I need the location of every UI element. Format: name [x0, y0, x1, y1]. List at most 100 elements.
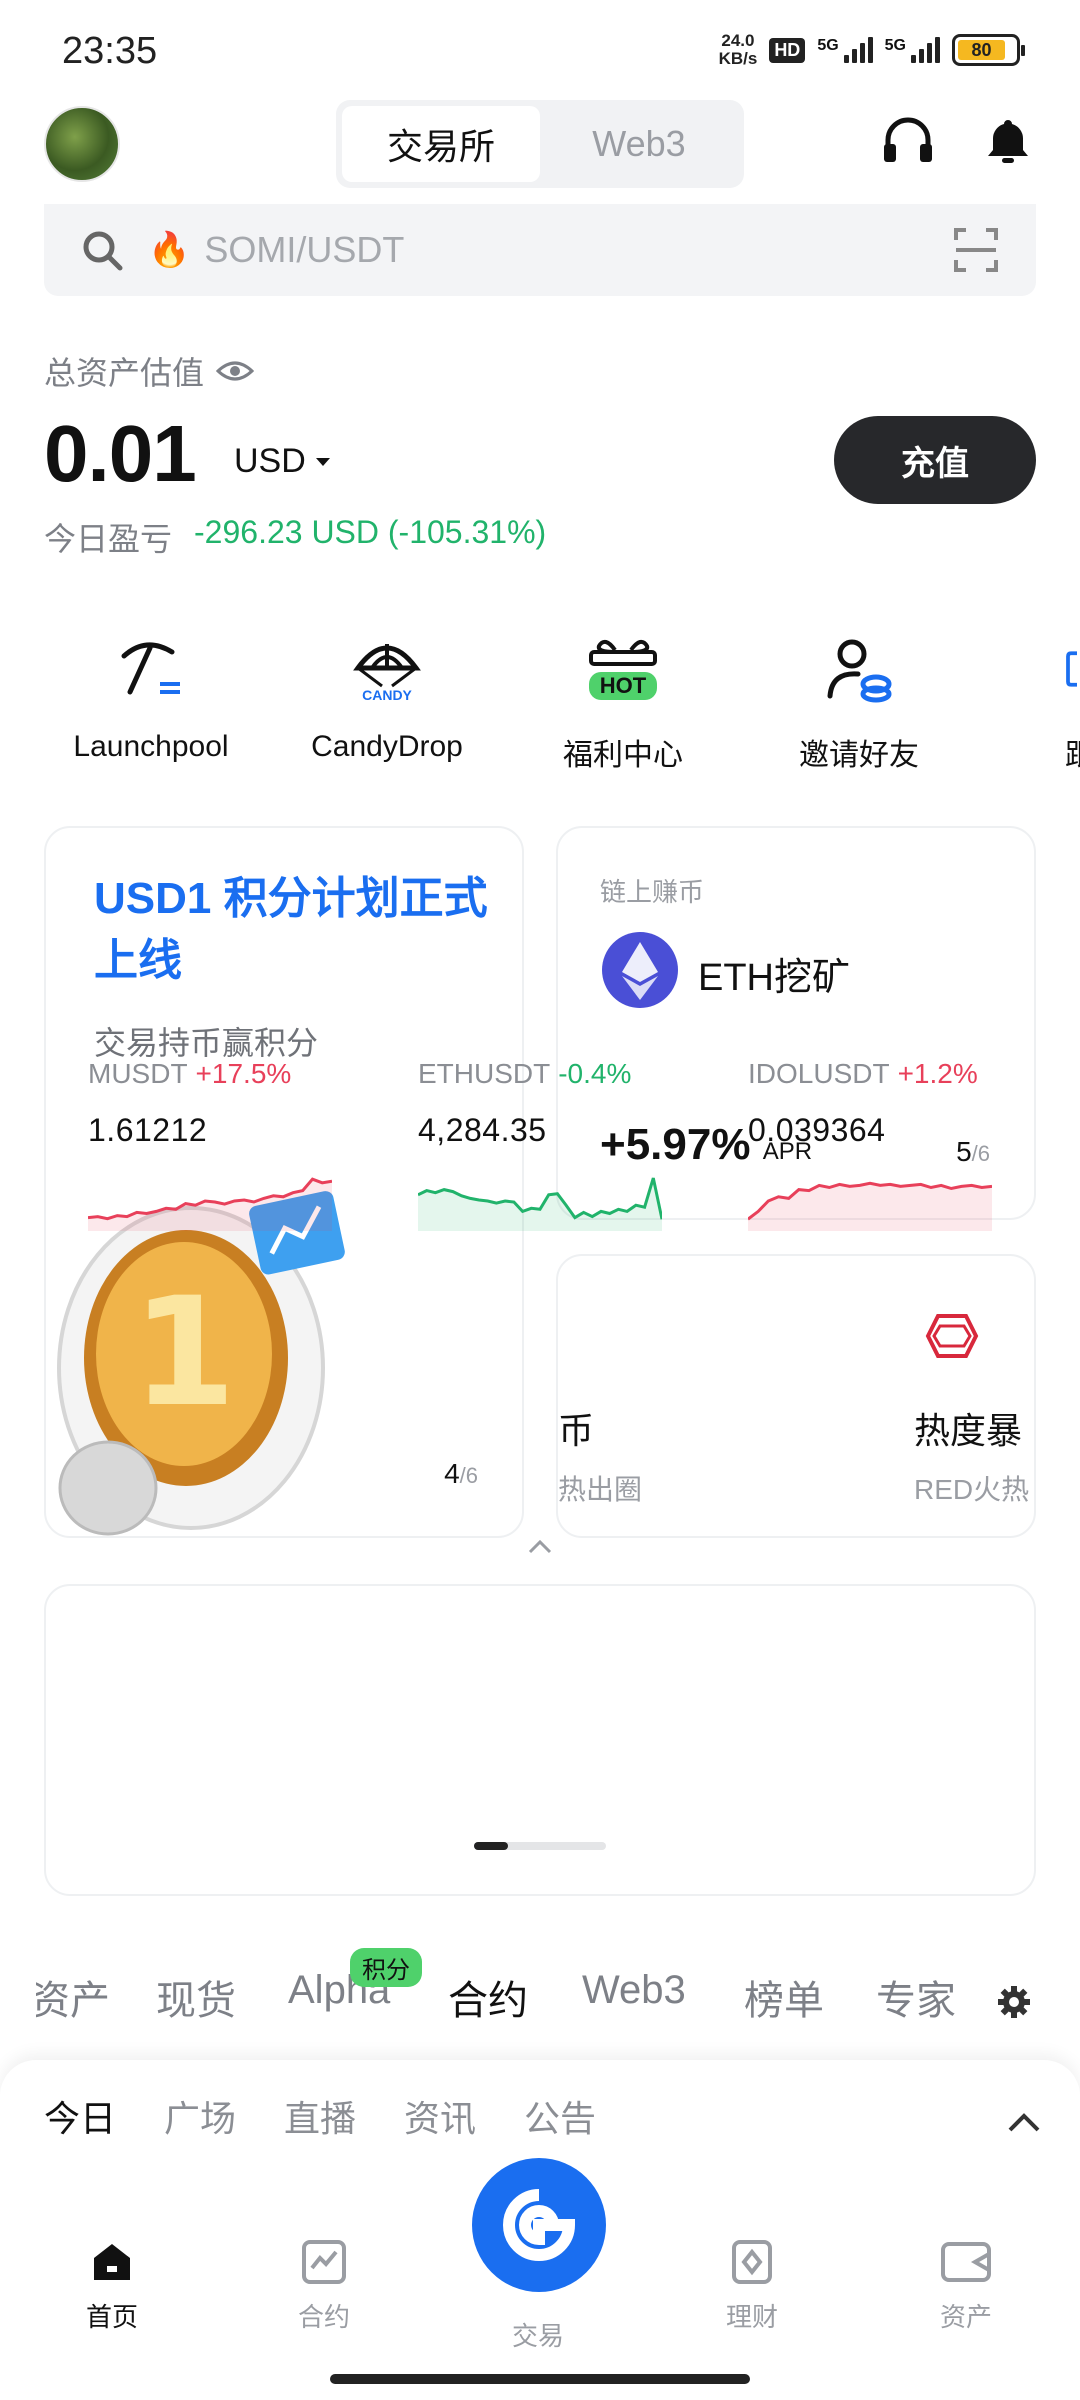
shortcut-copy-trade[interactable]: 跟 — [995, 626, 1080, 774]
ticker-price: 1.61212 — [88, 1112, 208, 1148]
carousel-left-title: 币 — [558, 1410, 595, 1451]
eth-icon — [602, 932, 678, 1008]
category-tab-assets[interactable]: 资产 — [36, 1968, 110, 2026]
earn-product-name: ETH挖矿 — [698, 957, 851, 999]
nav-label: 交易 — [511, 2321, 564, 2351]
shortcut-label: 福利中心 — [563, 739, 683, 772]
daily-pnl: 今日盈亏 -296.23 USD (-105.31%) — [44, 514, 546, 560]
shortcut-launchpool[interactable]: Launchpool — [51, 626, 251, 764]
home-indicator — [330, 2374, 750, 2384]
shortcut-candydrop[interactable]: CANDY CandyDrop — [287, 626, 487, 764]
nav-trade[interactable]: 交易 — [478, 2308, 598, 2353]
chevron-up-icon[interactable] — [1006, 2110, 1042, 2134]
pnl-percent: (-105.31%) — [387, 514, 547, 550]
market-ticker-item[interactable]: MUSDT +17.5% 1.61212 — [88, 1058, 368, 1231]
exchange-web3-switch: 交易所 Web3 — [336, 100, 744, 188]
shortcut-label: CandyDrop — [311, 730, 463, 763]
trade-logo-icon — [503, 2189, 576, 2261]
category-tab-rankings[interactable]: 榜单 — [744, 1968, 824, 2026]
pnl-value: -296.23 USD — [194, 514, 379, 550]
category-tab-spot[interactable]: 现货 — [156, 1968, 236, 2026]
category-tab-experts[interactable]: 专家 — [876, 1968, 956, 2026]
net-speed-unit: KB/s — [718, 49, 758, 68]
svg-text:1: 1 — [132, 1266, 236, 1440]
feed-tab-live[interactable]: 直播 — [284, 2090, 356, 2142]
signal-label: 5G — [884, 37, 906, 54]
gem-icon — [925, 1314, 979, 1358]
signal-icon: 5G — [885, 37, 940, 63]
market-ticker-item[interactable]: ETHUSDT -0.4% 4,284.35 — [418, 1058, 698, 1231]
total-assets-text: 总资产估值 — [44, 355, 205, 391]
nav-earn[interactable]: 理财 — [692, 2240, 812, 2334]
candy-text: CANDY — [362, 687, 412, 703]
ticker-symbol: ETHUSDT — [418, 1058, 551, 1089]
headset-icon[interactable] — [878, 112, 938, 172]
trade-button[interactable] — [472, 2158, 606, 2292]
search-icon — [83, 231, 123, 271]
status-time: 23:35 — [62, 30, 158, 72]
pickaxe-icon — [121, 642, 180, 695]
total-assets-label: 总资产估值 — [44, 348, 255, 394]
promo-page-total: /6 — [459, 1463, 478, 1488]
ticker-price: 4,284.35 — [418, 1112, 547, 1148]
hot-badge: HOT — [600, 673, 647, 698]
parachute-icon: CANDY — [353, 644, 421, 703]
signal-label: 5G — [817, 37, 839, 54]
gear-icon[interactable] — [996, 1984, 1032, 2020]
fire-icon: 🔥 — [148, 231, 191, 269]
feed-tab-today[interactable]: 今日 — [44, 2090, 116, 2142]
bracket-icon — [1066, 651, 1077, 687]
shortcut-welfare-center[interactable]: HOT 福利中心 — [523, 626, 723, 774]
wealth-icon — [732, 2240, 772, 2284]
deposit-button[interactable]: 充值 — [834, 416, 1036, 504]
net-speed: 24.0 KB/s — [719, 32, 758, 68]
tab-exchange[interactable]: 交易所 — [342, 106, 540, 182]
search-input[interactable]: SOMI/USDT — [204, 229, 404, 271]
feed-tab-news[interactable]: 资讯 — [404, 2090, 476, 2142]
shortcut-invite-friends[interactable]: 邀请好友 — [759, 626, 959, 774]
carousel-right-title: 热度暴 — [914, 1410, 1023, 1451]
home-icon — [94, 2244, 130, 2280]
ticker-price: 0.039364 — [748, 1112, 886, 1148]
collapse-chevron-up-icon[interactable] — [524, 1536, 556, 1558]
status-icons: 24.0 KB/s HD 5G 5G 80 — [719, 32, 1025, 68]
ticker-sparkline — [88, 1177, 332, 1231]
feed-tab-square[interactable]: 广场 — [164, 2090, 236, 2142]
shortcut-label: 跟 — [995, 730, 1080, 774]
ticker-symbol: IDOLUSDT — [748, 1058, 890, 1089]
carousel-left-subtitle: 热出圈 — [558, 1474, 643, 1505]
ticker-page-indicator — [474, 1842, 606, 1850]
signal-icon: 5G — [817, 37, 873, 63]
ticker-sparkline — [418, 1177, 662, 1231]
nav-futures[interactable]: 合约 — [264, 2240, 384, 2334]
wallet-icon — [941, 2242, 991, 2282]
nav-label: 首页 — [85, 2302, 138, 2332]
category-tab-futures[interactable]: 合约 — [448, 1968, 528, 2026]
bell-icon[interactable] — [978, 112, 1038, 172]
ticker-symbol: MUSDT — [88, 1058, 188, 1089]
tab-web3[interactable]: Web3 — [540, 106, 738, 182]
ticker-change: +1.2% — [897, 1058, 978, 1089]
carousel-card-hot[interactable]: 币 热出圈 热度暴 RED火热 — [556, 1254, 1036, 1538]
feed-tab-announcements[interactable]: 公告 — [524, 2090, 596, 2142]
battery-level: 80 — [958, 40, 1006, 60]
search-bar[interactable]: 🔥 SOMI/USDT — [44, 204, 1036, 296]
category-tab-web3[interactable]: Web3 — [582, 1968, 686, 2013]
earn-label: 链上赚币 — [600, 877, 705, 907]
shortcut-label: 邀请好友 — [799, 739, 919, 772]
scan-icon[interactable] — [952, 226, 1000, 274]
promo-title: USD1 积分计划正式上线 — [94, 874, 488, 985]
ticker-sparkline — [748, 1181, 992, 1231]
avatar[interactable] — [44, 106, 120, 182]
nav-label: 理财 — [725, 2302, 778, 2332]
nav-assets[interactable]: 资产 — [906, 2240, 1026, 2334]
ticker-change: -0.4% — [558, 1058, 632, 1089]
market-ticker-item[interactable]: IDOLUSDT +1.2% 0.039364 — [748, 1058, 1028, 1231]
currency-selector[interactable]: USD — [234, 442, 332, 481]
nav-home[interactable]: 首页 — [52, 2240, 172, 2334]
eye-icon[interactable] — [216, 359, 255, 383]
total-assets-value: 0.01 — [44, 409, 197, 498]
caret-down-icon — [315, 457, 330, 466]
hd-icon: HD — [769, 37, 806, 63]
promo-pager: 4/6 — [444, 1458, 478, 1490]
